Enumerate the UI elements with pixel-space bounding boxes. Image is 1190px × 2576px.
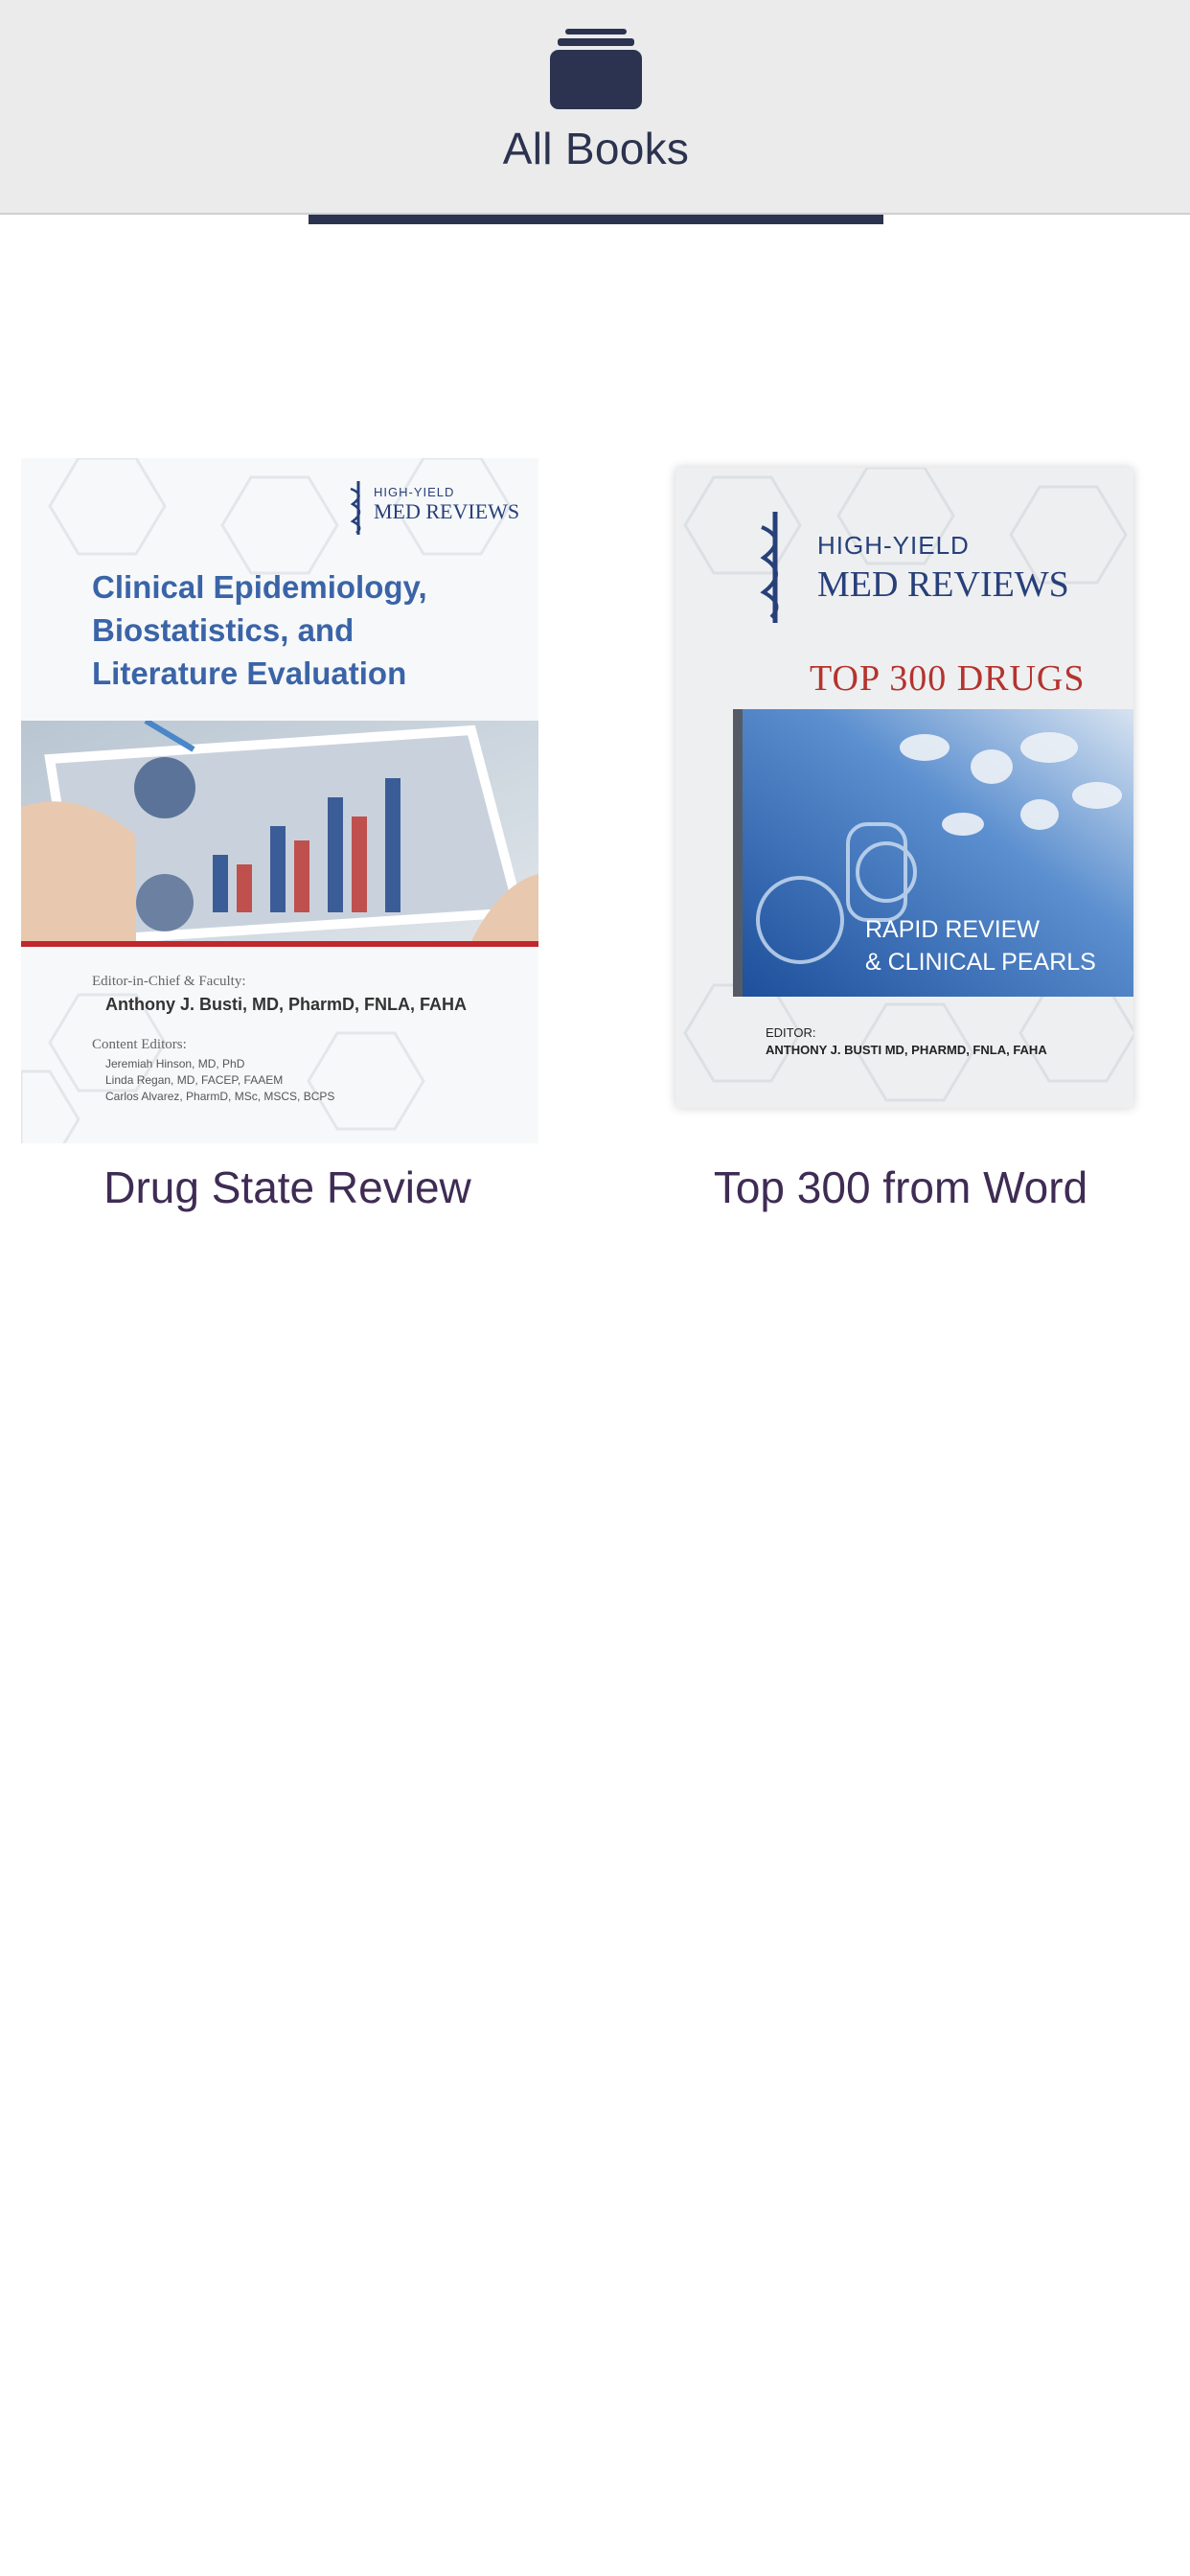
cover-title: Clinical Epidemiology, Biostatistics, an…	[92, 569, 427, 691]
active-tab-indicator	[309, 215, 883, 224]
top-tab-bar: All Books	[0, 0, 1190, 224]
brand-small-text: HIGH-YIELD	[817, 531, 970, 560]
cover-divider-line	[21, 941, 538, 947]
caduceus-logo-icon	[760, 512, 779, 623]
editor-name: ANTHONY J. BUSTI MD, PHARMD, FNLA, FAHA	[766, 1043, 1047, 1057]
content-editors-list: Jeremiah Hinson, MD, PhD Linda Regan, MD…	[105, 1057, 335, 1103]
book-card-drug-state-review[interactable]: HIGH-YIELD MED REVIEWS Clinical Epidemio…	[0, 450, 575, 1236]
tagline-line-1: RAPID REVIEW	[865, 916, 1040, 943]
archive-box-icon	[550, 29, 642, 109]
cover-headline: TOP 300 DRUGS	[810, 658, 1086, 699]
tab-label: All Books	[502, 124, 690, 173]
book-card-top-300-from-word[interactable]: HIGH-YIELD MED REVIEWS TOP 300 DRUGS RAP…	[613, 450, 1188, 1236]
editor-label: EDITOR:	[766, 1025, 816, 1040]
tab-all-books[interactable]: All Books	[309, 0, 883, 226]
brand-wordmark: HIGH-YIELD MED REVIEWS	[374, 485, 520, 523]
editor-name: Anthony J. Busti, MD, PharmD, FNLA, FAHA	[105, 995, 468, 1014]
chart-tablet-photo	[21, 721, 538, 941]
book-cover-image[interactable]: HIGH-YIELD MED REVIEWS Clinical Epidemio…	[21, 458, 538, 1143]
book-title[interactable]: Top 300 from Word	[613, 1162, 1188, 1213]
brand-big-text: MED REVIEWS	[817, 564, 1069, 605]
tagline-line-2: & CLINICAL PEARLS	[865, 949, 1096, 976]
editor-label: Editor-in-Chief & Faculty:	[92, 974, 246, 989]
content-editors-label: Content Editors:	[92, 1037, 187, 1052]
book-cover-image[interactable]: HIGH-YIELD MED REVIEWS TOP 300 DRUGS RAP…	[675, 468, 1133, 1108]
book-title[interactable]: Drug State Review	[0, 1162, 575, 1213]
